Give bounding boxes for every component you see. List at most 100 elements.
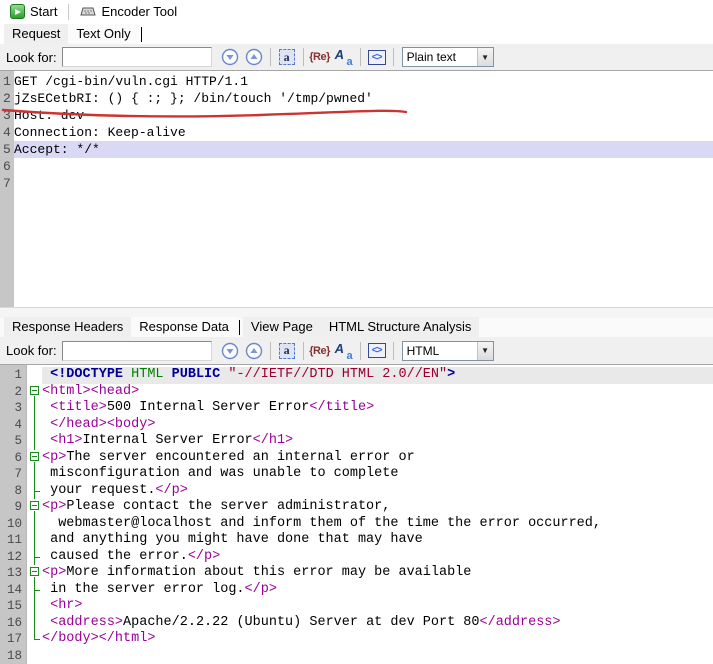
- code-line: 5 <h1>Internal Server Error</h1>: [0, 433, 713, 450]
- code-line: 5 Accept: */*: [0, 141, 713, 158]
- highlight-all-button[interactable]: a: [275, 46, 299, 68]
- line-text: [42, 648, 713, 664]
- fold-gutter: [27, 598, 42, 615]
- fold-gutter: [27, 515, 42, 532]
- fold-gutter: [27, 581, 42, 598]
- code-line: 13 <p>More information about this error m…: [0, 565, 713, 582]
- line-text: <h1>Internal Server Error</h1>: [50, 433, 294, 448]
- search-input[interactable]: [61, 47, 212, 67]
- tags-button[interactable]: <>: [365, 340, 389, 362]
- line-number: 13: [6, 566, 22, 580]
- request-search-bar: Look for: a {Re} Aa <> Plain text ▼: [0, 44, 713, 71]
- fold-gutter: [27, 631, 42, 648]
- fold-gutter: [27, 482, 42, 499]
- fold-gutter: [27, 367, 42, 384]
- line-text: Host: dev: [14, 108, 85, 123]
- tags-button[interactable]: <>: [365, 46, 389, 68]
- code-line: 6: [0, 158, 713, 175]
- start-button-label: Start: [30, 4, 58, 19]
- line-text: in the server error log.</p>: [42, 581, 277, 597]
- code-line: 4 Connection: Keep-alive: [0, 124, 713, 141]
- line-text: <html><head>: [42, 383, 140, 399]
- encoder-tool-button[interactable]: Encoder Tool: [74, 2, 183, 21]
- line-text: [14, 175, 713, 192]
- line-number: 3: [14, 401, 22, 415]
- line-text: misconfiguration and was unable to compl…: [42, 466, 399, 481]
- searchbar-separator: [392, 341, 394, 360]
- tab-response-headers[interactable]: Response Headers: [4, 317, 132, 337]
- tab-response-data[interactable]: Response Data: [131, 317, 237, 337]
- search-mode-dropdown[interactable]: HTML ▼: [401, 340, 494, 361]
- code-line: 1 GET /cgi-bin/vuln.cgi HTTP/1.1: [0, 73, 713, 90]
- search-mode-dropdown[interactable]: Plain text ▼: [401, 47, 494, 67]
- line-number: 12: [6, 549, 22, 564]
- highlight-a-icon: a: [278, 49, 295, 65]
- regex-button[interactable]: {Re}: [308, 46, 332, 68]
- line-number: 1: [14, 368, 22, 382]
- tab-request[interactable]: Request: [4, 24, 69, 44]
- line-number: 9: [14, 500, 22, 514]
- highlight-a-icon: a: [278, 342, 295, 359]
- line-number: 7: [14, 467, 22, 481]
- line-number: 2: [3, 91, 11, 106]
- line-number: 17: [6, 632, 22, 646]
- line-text: <title>500 Internal Server Error</title>: [50, 400, 375, 415]
- fold-gutter: [27, 466, 42, 483]
- line-number: 15: [6, 599, 22, 613]
- code-line: 12 caused the error.</p>: [0, 548, 713, 565]
- line-text: </head><body>: [50, 416, 156, 432]
- searchbar-separator: [302, 48, 304, 66]
- encoder-tool-label: Encoder Tool: [101, 4, 178, 19]
- request-tab-bar: Request Text Only: [0, 23, 713, 44]
- fold-collapse-icon[interactable]: [27, 499, 42, 516]
- line-number: 14: [6, 582, 22, 597]
- fold-gutter: [27, 548, 42, 565]
- code-line: 11 and anything you might have done that…: [0, 532, 713, 549]
- code-line: 18: [0, 648, 713, 664]
- line-text: <hr>: [50, 598, 83, 613]
- fold-gutter: [27, 433, 42, 450]
- fold-collapse-icon[interactable]: [27, 384, 42, 400]
- regex-button[interactable]: {Re}: [308, 340, 332, 362]
- main-toolbar: Start Encoder Tool: [0, 0, 713, 23]
- find-prev-button[interactable]: [242, 46, 266, 68]
- search-input[interactable]: [61, 340, 212, 361]
- tab-html-structure-analysis[interactable]: HTML Structure Analysis: [320, 317, 480, 337]
- look-for-label: Look for:: [6, 343, 57, 358]
- line-number: 16: [6, 615, 22, 630]
- line-number: 3: [3, 108, 11, 123]
- code-line: 1 <!DOCTYPE HTML PUBLIC "-//IETF//DTD HT…: [0, 367, 713, 384]
- toolbar-separator: [68, 3, 70, 20]
- find-prev-button[interactable]: [242, 340, 266, 362]
- fold-collapse-icon[interactable]: [27, 565, 42, 582]
- find-next-button[interactable]: [218, 46, 242, 68]
- tab-text-only[interactable]: Text Only: [68, 24, 139, 44]
- match-case-button[interactable]: Aa: [332, 46, 356, 68]
- searchbar-separator: [302, 341, 304, 360]
- searchbar-separator: [269, 341, 271, 360]
- tab-view-page[interactable]: View Page: [242, 317, 321, 337]
- start-button[interactable]: Start: [4, 2, 63, 21]
- fold-gutter: [27, 648, 42, 664]
- circle-up-arrow-icon: [245, 48, 262, 66]
- line-text: your request.</p>: [42, 482, 188, 498]
- line-text: GET /cgi-bin/vuln.cgi HTTP/1.1: [14, 74, 249, 89]
- code-line: 14 in the server error log.</p>: [0, 581, 713, 598]
- line-number: 4: [3, 125, 11, 140]
- match-case-button[interactable]: Aa: [332, 340, 356, 362]
- line-text: <address>Apache/2.2.22 (Ubuntu) Server a…: [50, 614, 561, 630]
- response-search-bar: Look for: a {Re} Aa <> HTML ▼: [0, 337, 713, 365]
- highlight-all-button[interactable]: a: [275, 340, 299, 362]
- request-editor[interactable]: 1 GET /cgi-bin/vuln.cgi HTTP/1.1 2 jZsECetb…: [0, 71, 713, 308]
- fold-collapse-icon[interactable]: [27, 450, 42, 466]
- line-number: 1: [3, 74, 11, 89]
- response-editor[interactable]: 1 <!DOCTYPE HTML PUBLIC "-//IETF//DTD HT…: [0, 365, 713, 664]
- regex-icon: {Re}: [309, 344, 330, 357]
- angle-brackets-icon: <>: [367, 343, 386, 358]
- code-line: 10 webmaster@localhost and inform them o…: [0, 515, 713, 532]
- line-text: </body></html>: [42, 631, 156, 646]
- code-line: 3 <title>500 Internal Server Error</titl…: [0, 400, 713, 417]
- find-next-button[interactable]: [218, 340, 242, 362]
- fold-gutter: [27, 532, 42, 549]
- code-line: 17 </body></html>: [0, 631, 713, 648]
